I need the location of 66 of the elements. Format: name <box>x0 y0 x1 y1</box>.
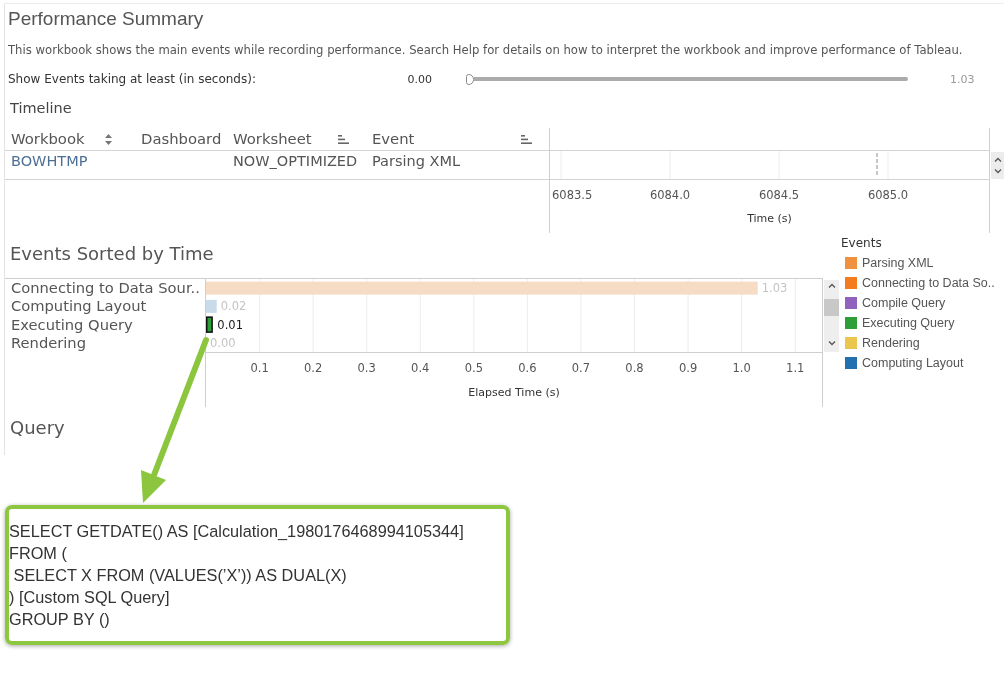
axis-tick-label: 1.1 <box>786 361 805 375</box>
chevron-up-icon[interactable] <box>827 283 836 289</box>
sql-line: FROM ( <box>9 543 67 564</box>
sql-line: SELECT X FROM (VALUES(’X’)) AS DUAL(X) <box>12 565 347 586</box>
sql-line: ) [Custom SQL Query] <box>9 587 170 608</box>
section-title: Timeline <box>10 99 72 117</box>
value-label: 0.01 <box>217 317 243 332</box>
scrollbar-thumb[interactable] <box>824 299 839 316</box>
legend-label: Computing Layout <box>862 356 964 370</box>
axis-title: Elapsed Time (s) <box>468 385 560 399</box>
chevron-up-icon[interactable] <box>993 157 1002 163</box>
chevron-down-icon[interactable] <box>827 340 836 346</box>
sort-arrows-icon[interactable] <box>105 133 112 145</box>
sort-bars-icon[interactable] <box>338 134 349 144</box>
row-label: Computing Layout <box>11 297 147 316</box>
axis-tick-label: 6083.5 <box>552 188 593 202</box>
legend-label: Executing Query <box>862 316 955 330</box>
section-title: Query <box>10 416 65 440</box>
slider-max-value: 1.03 <box>950 72 975 86</box>
axis-tick-label: 0.2 <box>304 361 323 375</box>
axis-title: Time (s) <box>747 211 792 225</box>
axis-tick-label: 0.6 <box>518 361 537 375</box>
row-label: Connecting to Data Sour.. <box>11 279 200 298</box>
slider-thumb[interactable] <box>466 73 474 85</box>
legend-label: Connecting to Data So.. <box>862 276 995 290</box>
table-cell: NOW_OPTIMIZED <box>233 152 358 170</box>
column-header[interactable]: Dashboard <box>141 130 222 148</box>
slider-min-value: 0.00 <box>407 72 432 86</box>
axis-tick-label: 6084.0 <box>649 188 691 202</box>
table-cell: BOWHTMP <box>11 152 88 170</box>
axis-tick-label: 6085.0 <box>867 188 909 202</box>
column-header[interactable]: Workbook <box>11 130 85 148</box>
row-label: Executing Query <box>11 315 133 334</box>
sql-line: GROUP BY () <box>9 609 110 630</box>
column-header[interactable]: Worksheet <box>233 130 312 148</box>
chevron-down-icon[interactable] <box>993 168 1002 174</box>
axis-tick-label: 0.4 <box>411 361 430 375</box>
legend-title: Events <box>841 236 882 250</box>
event-mark <box>876 152 878 178</box>
sort-bars-icon[interactable] <box>521 134 532 144</box>
legend-label: Compile Query <box>862 296 946 310</box>
axis-tick-label: 0.1 <box>250 361 269 375</box>
value-label: 0.02 <box>220 299 247 314</box>
sql-line: SELECT GETDATE() AS [Calculation_1980176468994105344] <box>9 521 464 542</box>
axis-tick-label: 6084.5 <box>758 188 800 202</box>
value-label: 0.00 <box>210 335 236 350</box>
axis-tick-label: 0.8 <box>625 361 644 375</box>
dashboard-title: Performance Summary <box>8 8 204 30</box>
scrollbar[interactable] <box>824 280 839 352</box>
scroll-buttons[interactable] <box>991 152 1004 179</box>
bar[interactable] <box>206 316 213 333</box>
axis-tick-label: 0.5 <box>464 361 483 375</box>
axis-tick-label: 0.3 <box>357 361 376 375</box>
section-title: Events Sorted by Time <box>10 242 214 266</box>
legend-label: Parsing XML <box>862 256 934 270</box>
slider-track[interactable] <box>474 77 908 81</box>
row-label: Rendering <box>11 333 86 352</box>
value-label: 1.03 <box>761 281 788 296</box>
axis-tick-label: 1.0 <box>732 361 751 375</box>
table-cell: Parsing XML <box>372 152 461 170</box>
column-header[interactable]: Event <box>372 130 415 148</box>
axis-tick-label: 0.7 <box>571 361 591 375</box>
legend-label: Rendering <box>862 336 920 350</box>
description-text: This workbook shows the main events while recording performance. Search Help for details on how to interpret the workbook and improve performance of Tableau. <box>8 42 963 58</box>
axis-tick-label: 0.9 <box>678 361 698 375</box>
filter-label: Show Events taking at least (in seconds): <box>8 72 256 86</box>
